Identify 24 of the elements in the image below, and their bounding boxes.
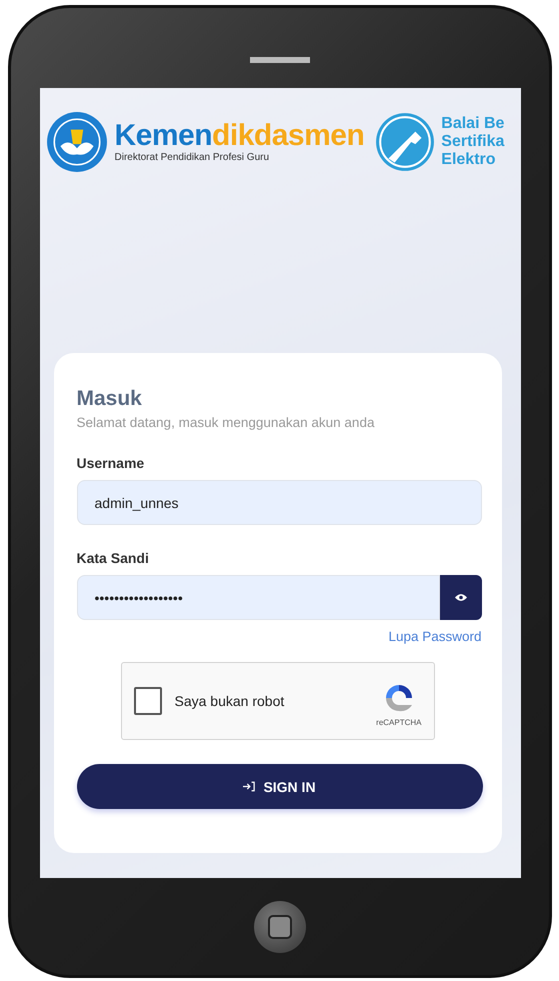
captcha-label: Saya bukan robot	[174, 693, 286, 709]
login-arrow-icon	[243, 781, 256, 792]
brand-name-text: Kemen	[114, 121, 212, 151]
partner-name-line: Elektro	[441, 151, 497, 169]
speaker-slot	[250, 57, 310, 63]
forgot-password-link[interactable]: Lupa Password	[388, 629, 482, 644]
emblem-icon	[46, 111, 108, 173]
login-subtitle: Selamat datang, masuk menggunakan akun anda	[76, 415, 376, 430]
partner-name-line: Sertifika	[441, 133, 504, 151]
key-logo-icon	[374, 111, 436, 173]
password-field[interactable]: ••••••••••••••••••	[76, 575, 440, 620]
field-label: Username	[76, 455, 146, 471]
show-password-button[interactable]	[440, 575, 482, 620]
sign-in-button[interactable]: SIGN IN	[76, 764, 482, 809]
captcha-checkbox[interactable]	[134, 687, 162, 715]
eye-icon	[454, 593, 466, 602]
brand-subtitle: Direktorat Pendidikan Profesi Guru	[114, 152, 270, 163]
brand-name-accent: dikdasmen	[212, 121, 364, 151]
username-field[interactable]: admin_unnes	[76, 480, 482, 525]
captcha-brand: reCAPTCHA	[376, 718, 422, 726]
home-button[interactable]	[254, 900, 306, 952]
login-title: Masuk	[76, 387, 143, 411]
field-label: Kata Sandi	[76, 550, 150, 566]
partner-name-line: Balai Be	[441, 115, 504, 133]
